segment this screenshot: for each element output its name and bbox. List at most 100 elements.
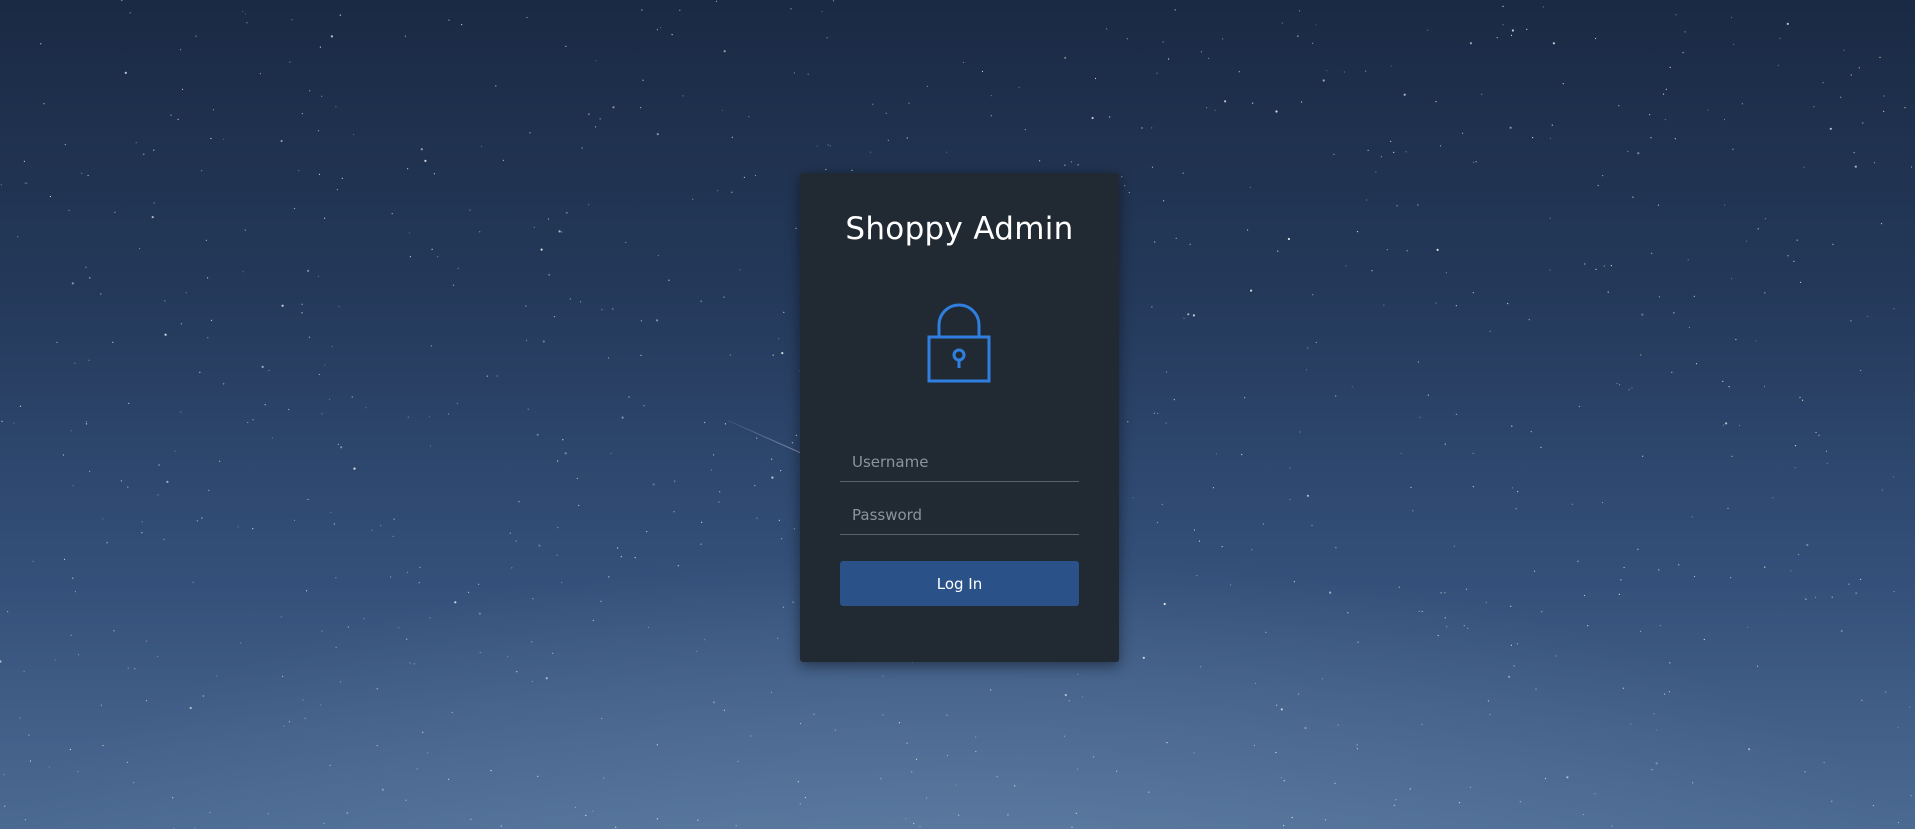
star — [1289, 467, 1291, 469]
star — [1508, 675, 1511, 678]
star — [1161, 503, 1163, 505]
star — [336, 189, 338, 191]
star — [1321, 678, 1323, 680]
star — [318, 373, 320, 376]
star — [1544, 777, 1547, 780]
star — [652, 483, 655, 486]
star — [804, 796, 807, 799]
star — [268, 369, 270, 371]
star — [1453, 545, 1455, 547]
star — [1735, 338, 1737, 341]
star — [531, 641, 533, 643]
star — [793, 72, 796, 74]
star — [404, 35, 406, 37]
star — [1620, 579, 1622, 581]
star — [100, 293, 102, 295]
star — [246, 22, 248, 24]
star — [1513, 665, 1515, 667]
star — [795, 434, 798, 436]
star — [1659, 625, 1661, 627]
star — [1406, 250, 1408, 252]
star — [1440, 592, 1442, 594]
star — [19, 717, 21, 719]
star — [1526, 28, 1528, 30]
star — [656, 818, 658, 820]
star — [346, 812, 348, 814]
star — [335, 646, 337, 648]
star — [391, 213, 393, 215]
star — [212, 109, 214, 111]
star — [48, 766, 51, 768]
star — [990, 115, 992, 117]
star — [1511, 425, 1513, 427]
star — [713, 454, 715, 456]
star — [1794, 467, 1796, 469]
star — [1641, 313, 1644, 316]
star — [1222, 38, 1224, 40]
star — [1091, 116, 1094, 120]
star — [128, 402, 130, 404]
star — [329, 764, 331, 766]
star — [1444, 617, 1446, 619]
star — [280, 139, 283, 143]
star — [307, 269, 310, 272]
star — [457, 267, 459, 269]
star — [1077, 164, 1079, 166]
star — [1304, 726, 1307, 730]
star — [1182, 172, 1184, 174]
star — [1515, 508, 1517, 510]
star — [588, 204, 590, 206]
star — [975, 736, 977, 738]
star — [264, 404, 266, 406]
star — [1597, 184, 1599, 187]
star — [905, 818, 907, 820]
star — [1651, 252, 1653, 254]
star — [682, 95, 684, 97]
star — [1365, 70, 1367, 72]
star — [1595, 268, 1597, 270]
star — [529, 132, 531, 134]
star — [1535, 688, 1537, 690]
star — [1502, 24, 1504, 26]
star — [656, 744, 658, 746]
star — [536, 433, 539, 436]
star — [1467, 627, 1469, 629]
star — [547, 218, 550, 220]
star — [1519, 801, 1521, 803]
star — [908, 102, 910, 104]
star — [958, 814, 960, 816]
star — [673, 511, 675, 513]
star — [100, 704, 102, 706]
star — [1208, 57, 1210, 60]
login-button[interactable]: Log In — [840, 561, 1079, 606]
star — [1853, 152, 1855, 154]
star — [599, 118, 601, 120]
star — [533, 226, 535, 228]
star — [143, 153, 145, 155]
star — [1409, 788, 1411, 790]
star — [581, 147, 583, 149]
star — [1883, 95, 1885, 97]
star — [756, 437, 758, 439]
star — [1417, 204, 1419, 206]
star — [595, 60, 597, 62]
star — [347, 626, 349, 628]
password-input[interactable] — [840, 496, 1079, 534]
star — [1678, 564, 1680, 566]
star — [1772, 497, 1774, 499]
star — [1517, 491, 1519, 493]
star — [1126, 38, 1128, 40]
username-input[interactable] — [840, 443, 1079, 481]
star — [23, 670, 25, 672]
star — [525, 339, 528, 341]
star — [324, 217, 326, 219]
star — [1618, 593, 1620, 596]
star — [612, 106, 615, 109]
star — [750, 735, 752, 737]
star — [207, 337, 209, 339]
star — [1283, 780, 1285, 782]
star — [323, 822, 325, 824]
star — [318, 173, 321, 175]
star — [429, 445, 432, 447]
star — [339, 14, 341, 16]
